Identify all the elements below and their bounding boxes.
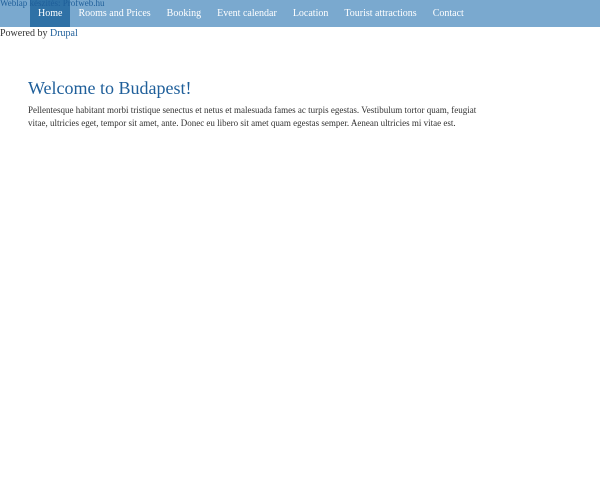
nav-item-tourist-attractions[interactable]: Tourist attractions bbox=[336, 0, 424, 27]
main-content: Welcome to Budapest! Pellentesque habita… bbox=[28, 78, 488, 130]
powered-by-text: Powered by Drupal bbox=[0, 28, 78, 39]
nav-item-location[interactable]: Location bbox=[285, 0, 337, 27]
site-credit-link[interactable]: Weblap készítés: Profweb.hu bbox=[0, 0, 105, 8]
page-title: Welcome to Budapest! bbox=[28, 78, 192, 98]
drupal-link[interactable]: Drupal bbox=[50, 28, 78, 39]
nav-item-booking[interactable]: Booking bbox=[159, 0, 209, 27]
powered-by-prefix: Powered by bbox=[0, 28, 48, 39]
nav-item-contact[interactable]: Contact bbox=[425, 0, 472, 27]
nav-item-event-calendar[interactable]: Event calendar bbox=[209, 0, 285, 27]
page: Home Rooms and Prices Booking Event cale… bbox=[0, 0, 600, 482]
intro-paragraph: Pellentesque habitant morbi tristique se… bbox=[28, 105, 477, 128]
